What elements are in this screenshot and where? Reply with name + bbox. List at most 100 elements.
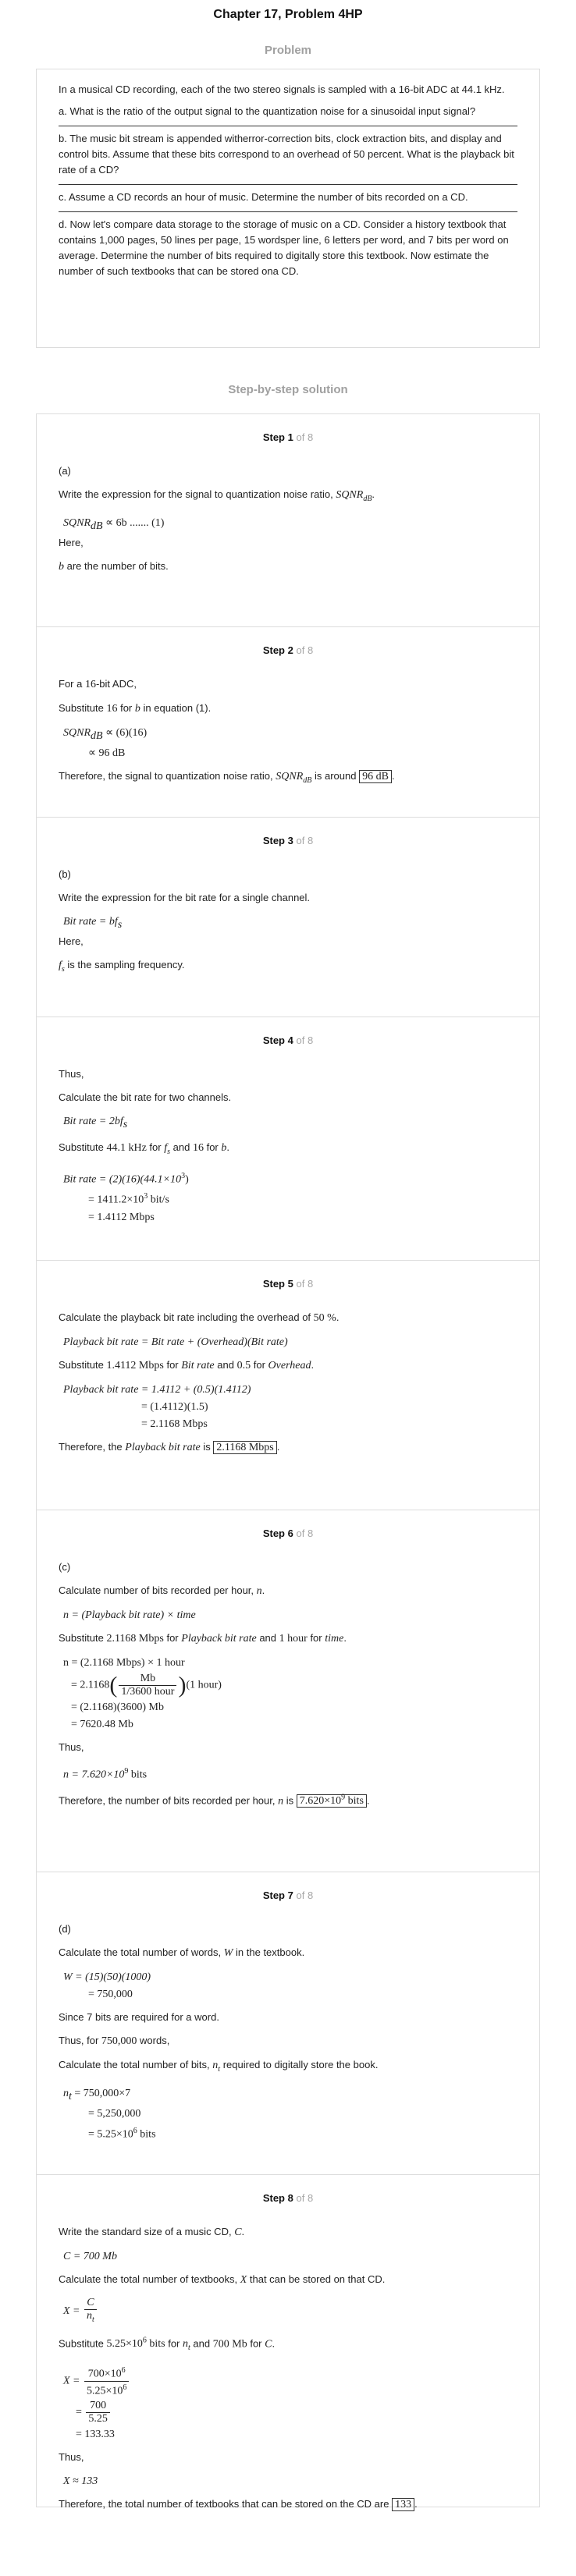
- symbol: SQNR: [336, 489, 364, 501]
- math-symbol: nt: [212, 2060, 221, 2074]
- subscript: dB: [303, 775, 312, 785]
- text: Substitute: [59, 2337, 104, 2350]
- equation: = 2.1168(Mb 1/3600 hour)(1 hour): [63, 1673, 517, 1698]
- symbol: b: [221, 1141, 227, 1154]
- step-text: Write the expression for the signal to q…: [59, 488, 375, 503]
- step-8: Step 8 of 8 Write the standard size of a…: [37, 2174, 539, 2511]
- text: and: [217, 1359, 234, 1371]
- step-body: (c) Calculate number of bits recorded pe…: [59, 1542, 517, 1833]
- step-text: Calculate the bit rate for two channels.: [59, 1091, 232, 1103]
- text: Therefore, the: [59, 1441, 123, 1453]
- symbol: n: [183, 2338, 189, 2351]
- step-text: b are the number of bits.: [59, 559, 517, 574]
- step-word: Step: [262, 835, 285, 846]
- step-7: Step 7 of 8 (d) Calculate the total numb…: [37, 1872, 539, 2174]
- fraction: Cnt: [84, 2297, 97, 2326]
- problem-part-b: b. The music bit stream is appended with…: [59, 126, 517, 185]
- value-text: 5.25×10: [106, 2338, 143, 2351]
- symbol: C: [234, 2227, 242, 2238]
- text: Write the standard size of a music CD,: [59, 2226, 232, 2237]
- paren: ): [178, 1672, 187, 1698]
- equation: = 1411.2×103 bit/s: [63, 1189, 517, 1208]
- step-number: 6: [287, 1528, 293, 1539]
- equation-text: X =: [63, 2375, 80, 2387]
- equation-text: bit/s: [148, 1194, 169, 1206]
- value: 16: [106, 703, 118, 715]
- text: is: [203, 1441, 211, 1453]
- step-body: (a) Write the expression for the signal …: [59, 445, 517, 599]
- step-text: Substitute 16 for b in equation (1).: [59, 701, 517, 716]
- equation-rhs: ∝ 6b ....... (1): [105, 516, 165, 529]
- step-body: For a 16-bit ADC, Substitute 16 for b in…: [59, 658, 517, 813]
- step-text: Calculate number of bits recorded per ho…: [59, 1584, 517, 1598]
- equation-text: X =: [63, 2305, 80, 2318]
- equation: n = (Playback bit rate) × time: [63, 1609, 196, 1621]
- text: Substitute: [59, 1632, 104, 1644]
- conclusion: Therefore, the total number of textbooks…: [59, 2497, 517, 2512]
- solution-heading: Step-by-step solution: [228, 383, 348, 396]
- step-header: Step 8 of 8: [59, 2175, 517, 2206]
- value: 44.1 kHz: [106, 1141, 147, 1154]
- conclusion: Therefore, the number of bits recorded p…: [59, 1793, 370, 1808]
- page: Chapter 17, Problem 4HP Problem In a mus…: [0, 0, 576, 2511]
- text: .: [261, 1584, 265, 1596]
- equation: = 5.25×106 bits: [63, 2124, 517, 2143]
- subscript: t: [218, 2064, 221, 2074]
- text: for: [253, 1359, 265, 1371]
- step-body: Thus, Calculate the bit rate for two cha…: [59, 1048, 517, 1243]
- numerator: Mb: [119, 1673, 177, 1686]
- denominator-text: 5.25×10: [87, 2385, 123, 2397]
- equation: = 7620.48 Mb: [71, 1719, 133, 1730]
- numerator: 700×106: [84, 2365, 130, 2382]
- subscript: s: [123, 1118, 128, 1130]
- fraction: Mb 1/3600 hour: [119, 1673, 177, 1698]
- symbol: time: [325, 1633, 344, 1645]
- numerator-text: 700×10: [87, 2368, 122, 2380]
- value: 16: [192, 1141, 204, 1154]
- text: for: [250, 2337, 262, 2350]
- math-symbol: SQNRdB: [276, 770, 312, 785]
- step-text: Substitute 5.25×106 bits for nt and 700 …: [59, 2334, 517, 2355]
- step-header: Step 7 of 8: [59, 1872, 517, 1904]
- step-number: 3: [287, 835, 293, 846]
- denominator: 1/3600 hour: [121, 1686, 175, 1698]
- equation: Playback bit rate = Bit rate + (Overhead…: [63, 1336, 288, 1348]
- symbol: Overhead: [268, 1360, 311, 1371]
- equation: Bit rate = 2bfs: [63, 1114, 517, 1133]
- step-text: Write the expression for the bit rate fo…: [59, 892, 311, 903]
- step-text: Since 7 bits are required for a word.: [59, 2011, 219, 2023]
- text: Calculate the playback bit rate includin…: [59, 1311, 311, 1323]
- text: required to digitally store the book.: [222, 2059, 379, 2070]
- symbol: Playback bit rate: [125, 1442, 201, 1453]
- equation: = (2.1168)(3600) Mb: [71, 1701, 164, 1713]
- equation-text: bits: [137, 2128, 156, 2141]
- equation: = (1.4112)(1.5): [141, 1401, 208, 1413]
- text: words,: [140, 2035, 170, 2046]
- step-body: Write the standard size of a music CD, C…: [59, 2206, 517, 2537]
- problem-question-a: a. What is the ratio of the output signa…: [59, 105, 476, 117]
- step-number: 7: [287, 1889, 293, 1901]
- step-total: of 8: [296, 1528, 314, 1539]
- subscript: dB: [363, 494, 372, 503]
- text: Therefore, the total number of textbooks…: [59, 2497, 389, 2510]
- step-body: Calculate the playback bit rate includin…: [59, 1292, 517, 1480]
- math-symbol: fs: [164, 1142, 170, 1156]
- step-header: Step 1 of 8: [59, 414, 517, 445]
- equation: = 2.1168 Mbps: [141, 1418, 208, 1430]
- step-1: Step 1 of 8 (a) Write the expression for…: [37, 414, 539, 626]
- problem-box: In a musical CD recording, each of the t…: [36, 69, 540, 348]
- answer-text: 7.620×10: [299, 1795, 342, 1808]
- symbol: SQNR: [276, 770, 304, 782]
- step-text: Calculate the playback bit rate includin…: [59, 1311, 517, 1325]
- equation: Playback bit rate = 1.4112 + (0.5)(1.411…: [63, 1384, 251, 1396]
- text: for: [166, 1359, 179, 1371]
- equation: = 700 5.25: [63, 2400, 517, 2425]
- text: for: [166, 1632, 179, 1644]
- value: 16: [84, 679, 96, 690]
- subscript: s: [117, 918, 123, 931]
- text: Therefore, the signal to quantization no…: [59, 769, 273, 782]
- step-total: of 8: [296, 1889, 314, 1901]
- step-number: 5: [287, 1278, 293, 1290]
- math-symbol: fs: [59, 960, 65, 974]
- superscript: 6: [121, 2366, 126, 2376]
